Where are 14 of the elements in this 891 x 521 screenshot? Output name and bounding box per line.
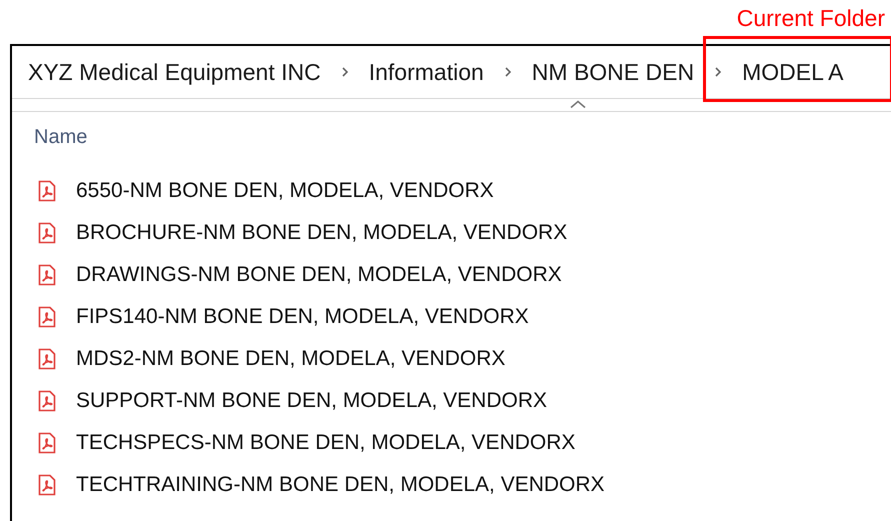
annotation-label: Current Folder <box>736 4 885 33</box>
breadcrumb-item[interactable]: XYZ Medical Equipment INC <box>28 58 321 86</box>
file-name[interactable]: TECHSPECS-NM BONE DEN, MODELA, VENDORX <box>76 431 576 455</box>
file-name[interactable]: FIPS140-NM BONE DEN, MODELA, VENDORX <box>76 305 529 329</box>
file-name[interactable]: SUPPORT-NM BONE DEN, MODELA, VENDORX <box>76 389 548 413</box>
column-header[interactable]: Name <box>34 126 88 148</box>
file-name[interactable]: 6550-NM BONE DEN, MODELA, VENDORX <box>76 179 494 203</box>
file-name[interactable]: DRAWINGS-NM BONE DEN, MODELA, VENDORX <box>76 263 562 287</box>
file-name[interactable]: BROCHURE-NM BONE DEN, MODELA, VENDORX <box>76 221 568 245</box>
breadcrumb-item[interactable]: NM BONE DEN <box>532 58 694 86</box>
file-name[interactable]: MDS2-NM BONE DEN, MODELA, VENDORX <box>76 347 506 371</box>
breadcrumb-item[interactable]: Information <box>368 58 484 86</box>
file-name[interactable]: TECHTRAINING-NM BONE DEN, MODELA, VENDORX <box>76 473 605 497</box>
breadcrumb-item[interactable]: MODEL A <box>742 58 844 86</box>
